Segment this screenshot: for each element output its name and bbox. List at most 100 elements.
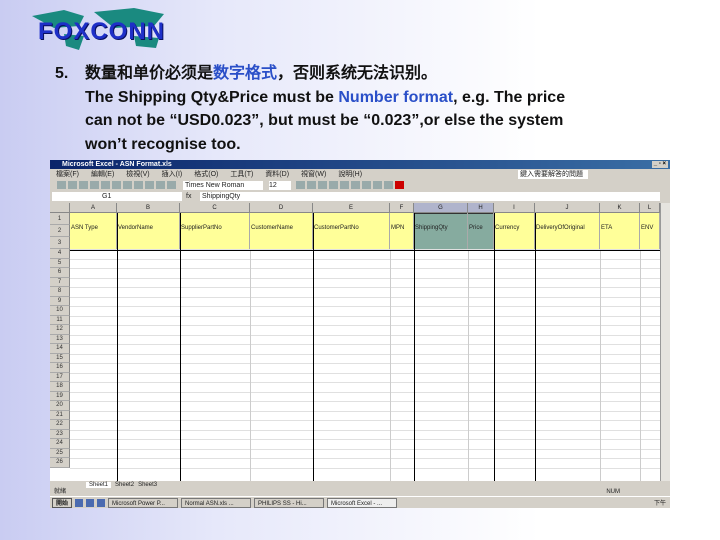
row-header-20[interactable]: 20 bbox=[50, 401, 70, 411]
fx-icon[interactable]: fx bbox=[186, 193, 196, 200]
header-cell[interactable]: ASN Type bbox=[70, 213, 117, 250]
task-powerpoint[interactable]: Microsoft Power P... bbox=[108, 497, 179, 508]
cut-icon[interactable] bbox=[112, 181, 121, 189]
row-header-9[interactable]: 9 bbox=[50, 296, 70, 306]
sort-icon[interactable] bbox=[167, 181, 176, 189]
row-header-18[interactable]: 18 bbox=[50, 382, 70, 392]
header-cell[interactable]: SupplierPartNo bbox=[180, 213, 250, 250]
font-select[interactable]: Times New Roman bbox=[182, 181, 263, 190]
column-header-J[interactable]: J bbox=[535, 203, 600, 213]
borders-icon[interactable] bbox=[372, 181, 382, 189]
menu-data[interactable]: 資料(D) bbox=[265, 171, 289, 178]
header-cell[interactable]: ENV bbox=[640, 213, 660, 250]
fill-color-icon[interactable] bbox=[383, 181, 393, 189]
row-header-24[interactable]: 24 bbox=[50, 439, 70, 449]
row-header-2[interactable]: 2 bbox=[50, 225, 70, 237]
task-normal-asn[interactable]: Normal ASN.xls ... bbox=[181, 497, 252, 508]
header-cell[interactable]: Currency bbox=[494, 213, 535, 250]
menu-window[interactable]: 視窗(W) bbox=[301, 171, 326, 178]
column-header-G[interactable]: G bbox=[414, 203, 468, 213]
copy-icon[interactable] bbox=[123, 181, 132, 189]
preview-icon[interactable] bbox=[101, 181, 110, 189]
save-icon[interactable] bbox=[79, 181, 88, 189]
quicklaunch-icon[interactable] bbox=[86, 498, 95, 507]
header-cell[interactable]: ShippingQty bbox=[414, 213, 468, 250]
row-header-19[interactable]: 19 bbox=[50, 391, 70, 401]
new-icon[interactable] bbox=[57, 181, 66, 189]
name-box[interactable]: G1 bbox=[52, 192, 182, 201]
task-excel[interactable]: Microsoft Excel - ... bbox=[327, 497, 398, 508]
window-buttons[interactable]: _ ▫ × bbox=[651, 161, 668, 168]
start-button[interactable]: 開始 bbox=[52, 497, 73, 508]
row-header-5[interactable]: 5 bbox=[50, 258, 70, 268]
column-header-C[interactable]: C bbox=[180, 203, 250, 213]
bold-icon[interactable] bbox=[295, 181, 305, 189]
row-header-10[interactable]: 10 bbox=[50, 306, 70, 316]
vertical-scrollbar[interactable] bbox=[660, 203, 670, 481]
row-header-7[interactable]: 7 bbox=[50, 277, 70, 287]
row-header-15[interactable]: 15 bbox=[50, 353, 70, 363]
row-header-26[interactable]: 26 bbox=[50, 458, 70, 468]
row-header-3[interactable]: 3 bbox=[50, 237, 70, 249]
column-header-F[interactable]: F bbox=[390, 203, 414, 213]
print-icon[interactable] bbox=[90, 181, 99, 189]
row-header-6[interactable]: 6 bbox=[50, 268, 70, 278]
menu-edit[interactable]: 編輯(E) bbox=[91, 171, 114, 178]
sum-icon[interactable] bbox=[156, 181, 165, 189]
font-size-select[interactable]: 12 bbox=[268, 181, 291, 190]
row-header-4[interactable]: 4 bbox=[50, 249, 70, 259]
header-cell[interactable]: MPN bbox=[390, 213, 414, 250]
header-cell[interactable]: Price bbox=[468, 213, 494, 250]
open-icon[interactable] bbox=[68, 181, 77, 189]
row-header-22[interactable]: 22 bbox=[50, 420, 70, 430]
align-center-icon[interactable] bbox=[339, 181, 349, 189]
ask-question-box[interactable]: 鍵入需要解答的問題 bbox=[518, 170, 588, 179]
column-header-I[interactable]: I bbox=[494, 203, 535, 213]
menu-insert[interactable]: 插入(I) bbox=[162, 171, 183, 178]
menu-view[interactable]: 檢視(V) bbox=[126, 171, 149, 178]
merge-icon[interactable] bbox=[361, 181, 371, 189]
row-header-21[interactable]: 21 bbox=[50, 410, 70, 420]
row-header-25[interactable]: 25 bbox=[50, 448, 70, 458]
column-header-H[interactable]: H bbox=[468, 203, 494, 213]
header-cell[interactable]: CustomerPartNo bbox=[313, 213, 390, 250]
column-header-K[interactable]: K bbox=[600, 203, 640, 213]
quicklaunch-icon[interactable] bbox=[97, 498, 106, 507]
header-cell[interactable]: VendorName bbox=[117, 213, 180, 250]
sheet-tab-3[interactable]: Sheet3 bbox=[138, 482, 157, 488]
row-header-12[interactable]: 12 bbox=[50, 325, 70, 335]
align-left-icon[interactable] bbox=[328, 181, 338, 189]
row-header-17[interactable]: 17 bbox=[50, 372, 70, 382]
italic-icon[interactable] bbox=[306, 181, 316, 189]
column-header-D[interactable]: D bbox=[250, 203, 313, 213]
underline-icon[interactable] bbox=[317, 181, 327, 189]
quicklaunch-icon[interactable] bbox=[75, 498, 84, 507]
header-cell[interactable]: CustomerName bbox=[250, 213, 313, 250]
row-header-16[interactable]: 16 bbox=[50, 363, 70, 373]
paste-icon[interactable] bbox=[134, 181, 143, 189]
row-header-11[interactable]: 11 bbox=[50, 315, 70, 325]
row-header-13[interactable]: 13 bbox=[50, 334, 70, 344]
column-header-A[interactable]: A bbox=[70, 203, 117, 213]
menu-help[interactable]: 說明(H) bbox=[338, 171, 362, 178]
undo-icon[interactable] bbox=[145, 181, 154, 189]
row-header-14[interactable]: 14 bbox=[50, 344, 70, 354]
spreadsheet-grid[interactable]: A ASN Type B VendorName C SupplierPartNo D Cust… bbox=[50, 203, 661, 481]
menu-format[interactable]: 格式(O) bbox=[194, 171, 218, 178]
column-header-B[interactable]: B bbox=[117, 203, 180, 213]
header-cell[interactable]: DeliveryOfOriginal bbox=[535, 213, 600, 250]
sheet-tab-2[interactable]: Sheet2 bbox=[115, 482, 134, 488]
select-all-corner[interactable] bbox=[50, 203, 70, 213]
column-header-L[interactable]: L bbox=[640, 203, 660, 213]
header-cell[interactable]: ETA bbox=[600, 213, 640, 250]
align-right-icon[interactable] bbox=[350, 181, 360, 189]
row-header-1[interactable]: 1 bbox=[50, 213, 70, 225]
sheet-tab-1[interactable]: Sheet1 bbox=[86, 482, 112, 488]
menu-tools[interactable]: 工具(T) bbox=[230, 171, 253, 178]
task-philips[interactable]: PHILIPS SS - Hi... bbox=[254, 497, 325, 508]
menu-file[interactable]: 檔案(F) bbox=[56, 171, 79, 178]
column-header-E[interactable]: E bbox=[313, 203, 390, 213]
font-color-icon[interactable] bbox=[394, 181, 404, 189]
row-header-8[interactable]: 8 bbox=[50, 287, 70, 297]
row-header-23[interactable]: 23 bbox=[50, 429, 70, 439]
